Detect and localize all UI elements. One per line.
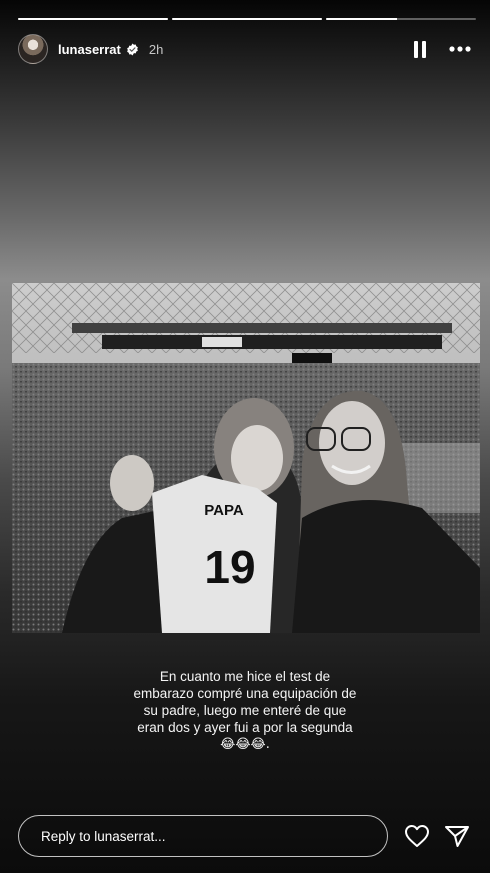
progress-segment (326, 18, 476, 20)
more-options-button[interactable] (448, 39, 472, 59)
reply-input[interactable] (39, 827, 363, 845)
story-photo: PAPA 19 (12, 283, 480, 633)
pause-icon (414, 40, 426, 58)
caption-line: 😂😂😂. (220, 737, 270, 752)
more-options-icon (449, 46, 471, 52)
post-time: 2h (148, 41, 164, 57)
send-icon (445, 826, 469, 847)
username[interactable]: lunaserrat (58, 42, 121, 57)
caption-line: embarazo compré una equipación de (133, 686, 357, 701)
like-button[interactable] (403, 822, 431, 850)
stadium-selfie-image: PAPA 19 (12, 283, 480, 633)
reply-field-container[interactable] (18, 815, 388, 857)
progress-fill (18, 18, 168, 20)
progress-segment (172, 18, 322, 20)
share-button[interactable] (443, 822, 471, 850)
story-view: lunaserrat 2h PAPA 19 En cuanto me hice … (0, 0, 490, 873)
progress-fill (326, 18, 397, 20)
story-caption: En cuanto me hice el test de embarazo co… (100, 668, 390, 753)
caption-line: eran dos y ayer fui a por la segunda (137, 720, 353, 735)
progress-fill (172, 18, 322, 20)
verified-badge-icon (127, 43, 138, 55)
pause-button[interactable] (410, 39, 430, 59)
caption-line: En cuanto me hice el test de (159, 669, 331, 684)
story-header: lunaserrat 2h (18, 32, 472, 66)
story-progress-bar (18, 18, 476, 20)
progress-segment (18, 18, 168, 20)
heart-icon (405, 825, 429, 847)
caption-line: su padre, luego me enteré de que (143, 703, 347, 718)
avatar[interactable] (18, 34, 48, 64)
